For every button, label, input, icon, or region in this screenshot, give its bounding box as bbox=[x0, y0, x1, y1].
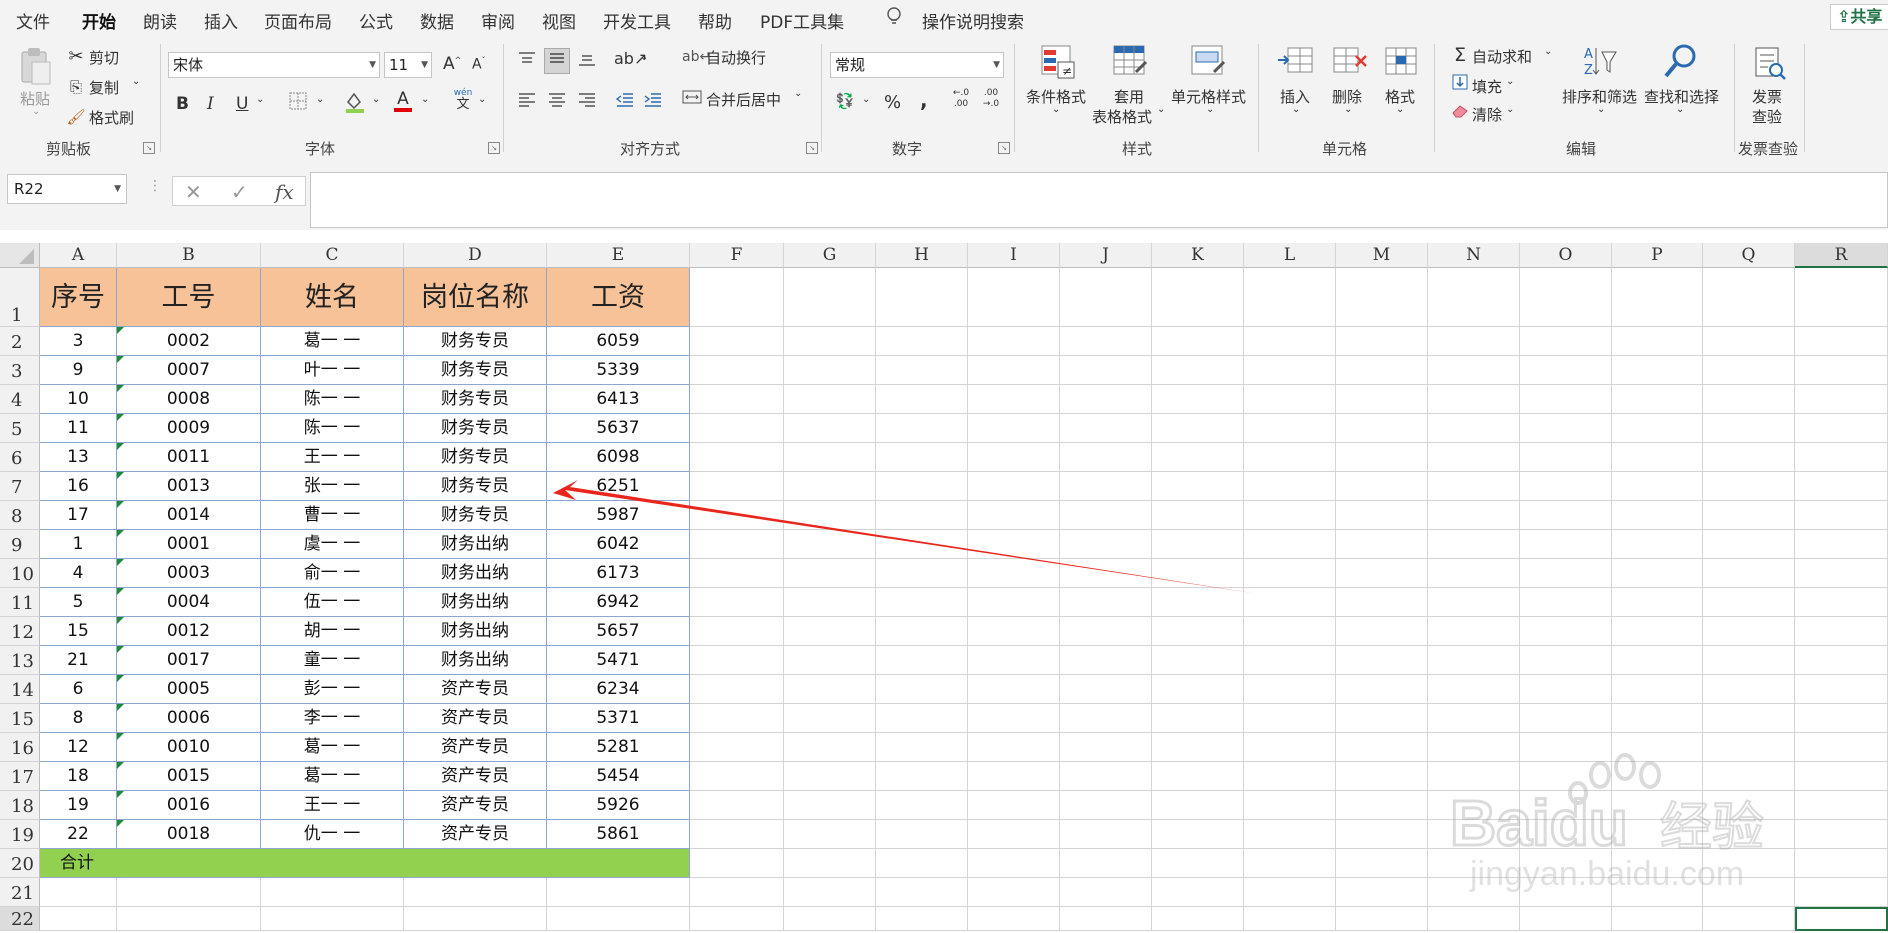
active-cell[interactable] bbox=[1795, 907, 1888, 931]
watermark-brand-cn: 经验 bbox=[1660, 798, 1764, 858]
watermark-url: jingyan.baidu.com bbox=[1469, 855, 1744, 893]
arrow-line bbox=[553, 480, 1259, 594]
watermark-brand: Baidu bbox=[1450, 787, 1628, 859]
baidu-watermark: Baidu 经验 jingyan.baidu.com bbox=[1449, 745, 1790, 895]
